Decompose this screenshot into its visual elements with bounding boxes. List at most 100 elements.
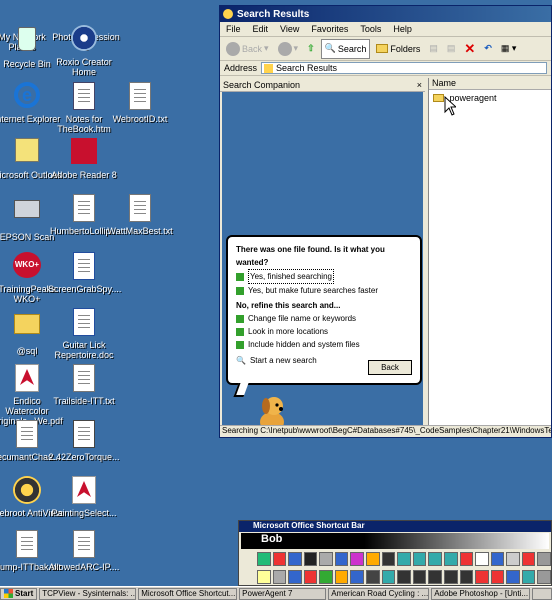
up-folder-button[interactable]: ⇧: [304, 39, 318, 59]
delete-button[interactable]: ✕: [461, 39, 478, 59]
shortcut-program-icon[interactable]: [381, 570, 396, 584]
shortcut-program-icon[interactable]: [366, 552, 380, 566]
menu-edit[interactable]: Edit: [253, 24, 269, 34]
shortcut-program-icon[interactable]: [521, 552, 536, 566]
menu-tools[interactable]: Tools: [360, 24, 381, 34]
yes-faster-link[interactable]: Yes, but make future searches faster: [236, 284, 412, 297]
shortcut-program-icon[interactable]: [397, 552, 411, 566]
views-button[interactable]: ▦ ▾: [498, 39, 520, 59]
desktop-icon[interactable]: 2.42ZeroTorque...: [48, 420, 120, 462]
desktop-icon[interactable]: WebrootID.txt: [104, 82, 176, 124]
desktop-icon-label: AllowedARC-IP....: [48, 562, 120, 572]
shortcut-program-icon[interactable]: [537, 552, 551, 566]
shortcut-program-icon[interactable]: [288, 570, 302, 584]
shortcut-program-icon[interactable]: [366, 570, 380, 584]
column-name-header[interactable]: Name: [429, 78, 551, 90]
shortcut-program-icon[interactable]: [303, 570, 318, 584]
forward-button[interactable]: ▾: [275, 39, 302, 59]
menu-favorites[interactable]: Favorites: [311, 24, 348, 34]
taskbar-item-cycling[interactable]: American Road Cycling : ...: [328, 587, 430, 600]
move-to-button[interactable]: ▤: [426, 39, 441, 59]
shortcut-program-icon[interactable]: [334, 570, 349, 584]
address-label: Address: [224, 63, 258, 73]
webroot-icon: [12, 476, 42, 506]
shortcut-program-icon[interactable]: [303, 552, 318, 566]
desktop-icon[interactable]: Adobe Reader 8: [48, 138, 120, 180]
desktop-icon[interactable]: PaintingSelect...: [48, 476, 120, 518]
desktop-icon-label: 2.42ZeroTorque...: [48, 452, 120, 462]
shortcut-program-icon[interactable]: [272, 570, 287, 584]
shortcut-program-icon[interactable]: [412, 570, 427, 584]
shortcut-program-icon[interactable]: [412, 552, 427, 566]
shortcut-program-icon[interactable]: [350, 570, 365, 584]
search-results-window[interactable]: Search Results File Edit View Favorites …: [219, 5, 552, 438]
desktop-icon[interactable]: AllowedARC-IP....: [48, 530, 120, 572]
shortcut-program-icon[interactable]: [272, 552, 287, 566]
copy-to-icon: ▤: [446, 43, 456, 53]
shortcut-program-icon[interactable]: [443, 552, 458, 566]
shortcut-program-icon[interactable]: [257, 570, 271, 584]
shortcut-program-icon[interactable]: [521, 570, 536, 584]
taskbar-item-extra[interactable]: [532, 587, 552, 600]
back-button-bubble[interactable]: Back: [368, 360, 412, 375]
bubble-tail: [233, 383, 249, 397]
shortcut-program-icon[interactable]: [506, 552, 520, 566]
desktop-icon[interactable]: Roxio Creator Home: [48, 25, 120, 77]
mouse-pointer-icon: [444, 96, 456, 116]
windows-logo-icon: [4, 589, 13, 598]
text-file-icon: [69, 364, 99, 394]
shortcut-program-icon[interactable]: [319, 570, 333, 584]
shortcut-program-icon[interactable]: [459, 552, 474, 566]
desktop-icon-label: ScreenGrabSpy....: [48, 284, 122, 294]
shortcut-program-icon[interactable]: [490, 570, 505, 584]
desktop-icon[interactable]: WattMaxBest.txt: [104, 194, 176, 236]
taskbar-item-tcpview[interactable]: TCPView - Sysinternals: ...: [39, 587, 137, 600]
taskbar-item-poweragent[interactable]: PowerAgent 7: [239, 587, 327, 600]
folder-icon: [433, 94, 444, 102]
undo-button[interactable]: ↶: [481, 39, 495, 59]
scanner-icon: [12, 200, 42, 230]
shortcut-program-icon[interactable]: [381, 552, 396, 566]
shortcut-bar-name: Bob: [241, 533, 549, 549]
taskbar-item-office-shortcut[interactable]: Microsoft Office Shortcut...: [138, 587, 238, 600]
shortcut-program-icon[interactable]: [428, 552, 442, 566]
green-arrow-icon: [236, 340, 244, 349]
search-button[interactable]: 🔍 Search: [320, 38, 371, 59]
folders-button[interactable]: Folders: [373, 39, 423, 59]
address-field[interactable]: Search Results: [261, 62, 547, 74]
yes-finished-link[interactable]: Yes, finished searching: [236, 269, 412, 284]
shortcut-program-icon[interactable]: [334, 552, 349, 566]
hidden-files-link[interactable]: Include hidden and system files: [236, 338, 412, 351]
search-bubble: There was one file found. Is it what you…: [226, 235, 422, 385]
menu-file[interactable]: File: [226, 24, 241, 34]
shortcut-program-icon[interactable]: [319, 552, 333, 566]
shortcut-program-icon[interactable]: [506, 570, 520, 584]
desktop-icon-label: Trailside-ITT.txt: [53, 396, 115, 406]
taskbar-item-photoshop[interactable]: Adobe Photoshop - [Unti...: [431, 587, 531, 600]
desktop-icon[interactable]: ScreenGrabSpy....: [48, 252, 122, 294]
back-button[interactable]: Back ▾: [223, 39, 272, 59]
shortcut-program-icon[interactable]: [475, 570, 489, 584]
start-button[interactable]: Start: [0, 587, 38, 600]
desktop-icon[interactable]: Trailside-ITT.txt: [48, 364, 120, 406]
shortcut-program-icon[interactable]: [428, 570, 442, 584]
shortcut-program-icon[interactable]: [490, 552, 505, 566]
shortcut-program-icon[interactable]: [257, 552, 271, 566]
more-locations-link[interactable]: Look in more locations: [236, 325, 412, 338]
shortcut-program-icon[interactable]: [459, 570, 474, 584]
office-shortcut-bar[interactable]: Microsoft Office Shortcut Bar Bob: [238, 520, 552, 586]
menu-help[interactable]: Help: [393, 24, 412, 34]
desktop-icon[interactable]: Guitar Lick Repertoire.doc: [48, 308, 120, 360]
shortcut-program-icon[interactable]: [397, 570, 411, 584]
shortcut-program-icon[interactable]: [475, 552, 489, 566]
shortcut-program-icon[interactable]: [537, 570, 551, 584]
copy-to-button[interactable]: ▤: [444, 39, 459, 59]
shortcut-program-icon[interactable]: [288, 552, 302, 566]
change-name-link[interactable]: Change file name or keywords: [236, 312, 412, 325]
pdf-icon: [12, 364, 42, 394]
menu-view[interactable]: View: [280, 24, 299, 34]
shortcut-program-icon[interactable]: [443, 570, 458, 584]
shortcut-program-icon[interactable]: [350, 552, 365, 566]
close-icon[interactable]: ×: [417, 80, 422, 90]
window-titlebar[interactable]: Search Results: [220, 6, 551, 22]
